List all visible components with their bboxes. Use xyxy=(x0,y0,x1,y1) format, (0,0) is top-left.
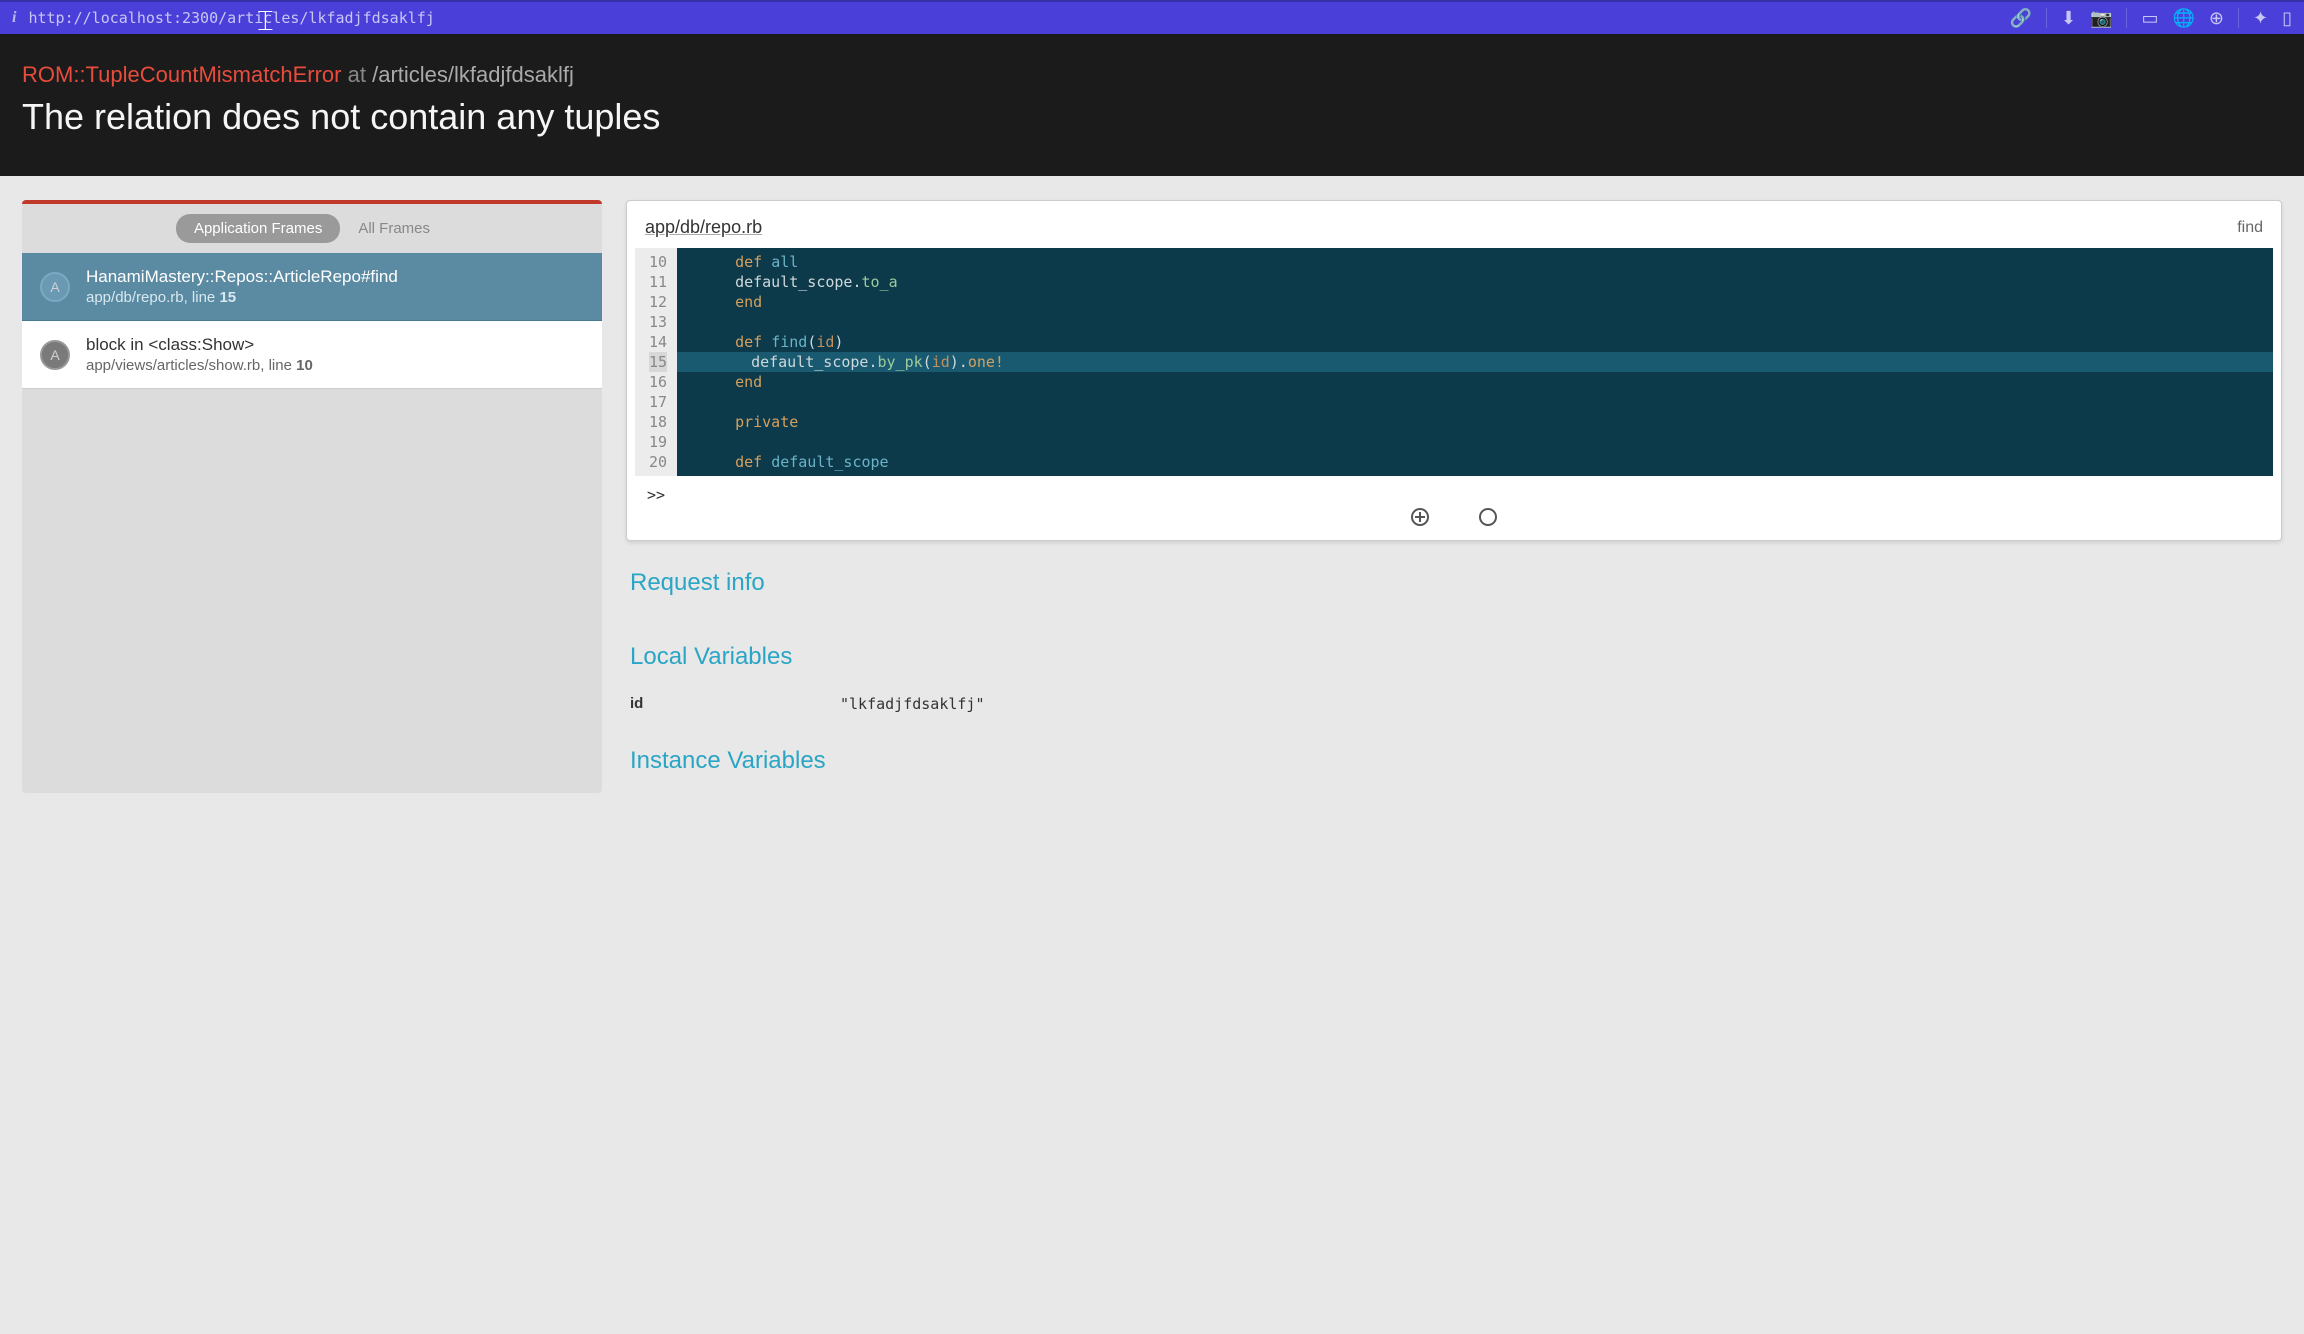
error-header: ROM::TupleCountMismatchError at /article… xyxy=(0,34,2304,176)
var-name: id xyxy=(630,695,840,713)
repl-input[interactable] xyxy=(671,486,2261,504)
error-path: /articles/lkfadjfdsaklfj xyxy=(372,62,574,87)
divider xyxy=(2238,8,2239,28)
globe-icon[interactable]: 🌐 xyxy=(2172,8,2194,29)
browser-url[interactable]: http://localhost:2300/articles/lkfadjfds… xyxy=(28,9,1997,27)
frames-panel: Application Frames All Frames A HanamiMa… xyxy=(22,200,602,793)
download-icon[interactable]: ⬇ xyxy=(2061,8,2076,29)
browser-address-bar: i http://localhost:2300/articles/lkfadjf… xyxy=(0,0,2304,34)
tab-all-frames[interactable]: All Frames xyxy=(340,214,448,243)
divider xyxy=(2046,8,2047,28)
code-box: app/db/repo.rb find 10111213141516171819… xyxy=(626,200,2282,541)
code-editor[interactable]: 1011121314151617181920 def alldefault_sc… xyxy=(635,248,2273,476)
panel-icon[interactable]: ▯ xyxy=(2282,8,2292,29)
info-icon[interactable]: i xyxy=(12,9,16,27)
extension-icon[interactable]: ✦ xyxy=(2253,8,2268,29)
request-info-section: Request info xyxy=(626,569,2282,615)
instance-variables-title: Instance Variables xyxy=(630,747,2278,775)
tab-app-frames[interactable]: Application Frames xyxy=(176,214,340,243)
frame-location: app/views/articles/show.rb, line 10 xyxy=(86,357,584,374)
stack-frame[interactable]: A block in <class:Show> app/views/articl… xyxy=(22,321,602,389)
local-variable-row: id"lkfadjfdsaklfj" xyxy=(630,689,2278,719)
repl-prompt-symbol: >> xyxy=(647,486,665,504)
frames-tabs: Application Frames All Frames xyxy=(22,204,602,253)
repl-controls xyxy=(635,508,2273,532)
target-icon[interactable]: ⊕ xyxy=(2209,8,2224,29)
local-variables-title: Local Variables xyxy=(630,643,2278,671)
error-message: The relation does not contain any tuples xyxy=(22,96,2282,138)
link-icon[interactable]: 🔗 xyxy=(2010,8,2032,29)
frame-location: app/db/repo.rb, line 15 xyxy=(86,289,584,306)
frame-badge: A xyxy=(40,272,70,302)
error-at-label: at xyxy=(348,62,366,87)
code-scope: find xyxy=(2237,219,2263,237)
frame-title: block in <class:Show> xyxy=(86,335,584,355)
camera-icon[interactable]: 📷 xyxy=(2090,8,2112,29)
frame-title: HanamiMastery::Repos::ArticleRepo#find xyxy=(86,267,584,287)
stack-frame[interactable]: A HanamiMastery::Repos::ArticleRepo#find… xyxy=(22,253,602,321)
divider xyxy=(2126,8,2127,28)
error-class: ROM::TupleCountMismatchError xyxy=(22,62,341,87)
local-variables-section: Local Variables id"lkfadjfdsaklfj" xyxy=(626,643,2282,719)
var-value: "lkfadjfdsaklfj" xyxy=(840,695,985,713)
code-file-path[interactable]: app/db/repo.rb xyxy=(645,217,762,238)
instance-variables-section: Instance Variables xyxy=(626,747,2282,793)
circle-icon[interactable] xyxy=(1479,508,1497,526)
window-icon[interactable]: ▭ xyxy=(2141,8,2158,29)
frame-badge: A xyxy=(40,340,70,370)
crosshair-icon[interactable] xyxy=(1411,508,1429,526)
request-info-title: Request info xyxy=(630,569,2278,597)
